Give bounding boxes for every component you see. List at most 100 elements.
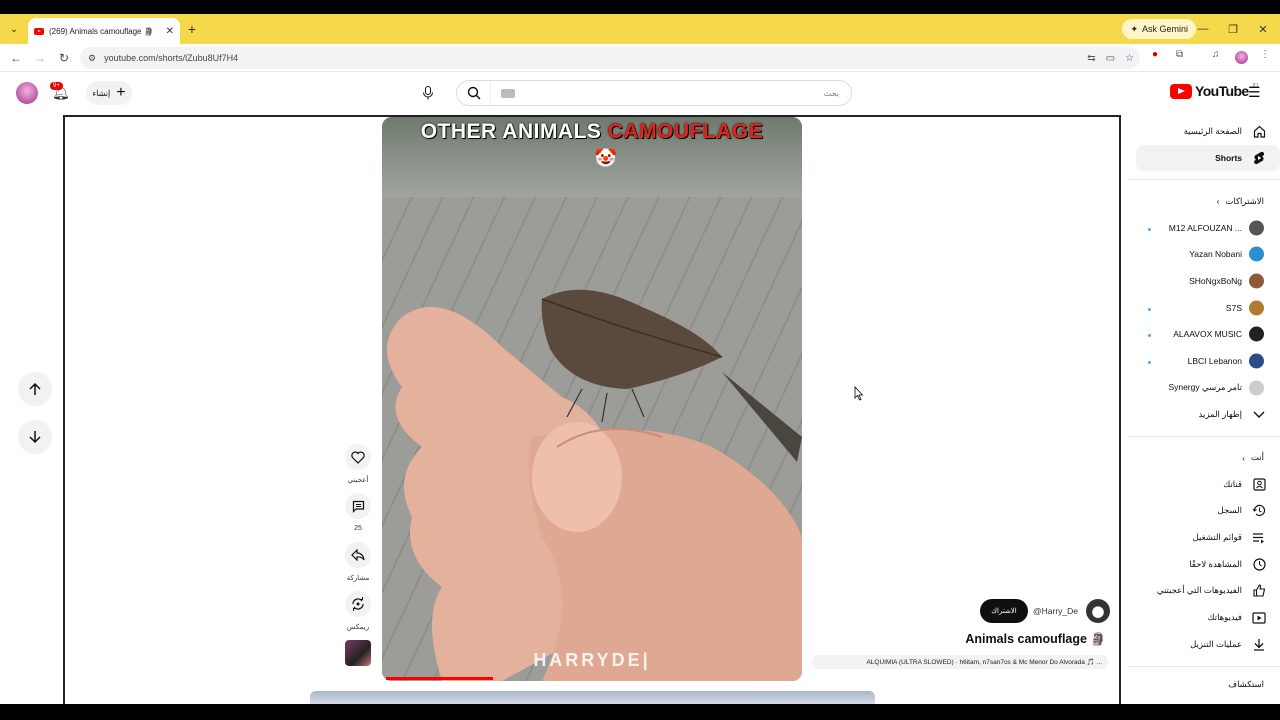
guide-menu-icon[interactable]: ☰ [1248, 84, 1261, 101]
subscription-avatar [1249, 300, 1264, 316]
sidebar-divider [1128, 665, 1280, 667]
video-hand-scene [387, 289, 802, 681]
letterbox-bottom [0, 704, 1280, 720]
next-short-preview[interactable] [310, 691, 875, 705]
share-icon [351, 549, 365, 561]
sound-thumbnail[interactable] [345, 640, 371, 666]
clown-emoji-icon: 🤡 [594, 148, 618, 168]
comments-button[interactable] [345, 493, 371, 519]
ask-gemini-label: Ask Gemini [1141, 24, 1188, 34]
sidebar-item-shorts[interactable]: Shorts [1136, 144, 1280, 172]
like-button[interactable] [345, 444, 371, 470]
ask-gemini-button[interactable]: ✦ Ask Gemini [1122, 19, 1196, 39]
address-bar[interactable]: ⚙ youtube.com/shorts/lZubu8Uf7H4 ⇆ ▭ ☆ [80, 47, 1140, 69]
next-short-button[interactable] [18, 420, 52, 454]
search-icon [467, 86, 480, 100]
channel-avatar[interactable] [1086, 599, 1110, 623]
sidebar-item-subscription[interactable]: LBCI Lebanon [1128, 348, 1280, 375]
sidebar-item-history[interactable]: السجل [1128, 498, 1280, 525]
profile-avatar[interactable] [1235, 51, 1248, 64]
window-close-icon[interactable]: ✕ [1248, 14, 1278, 44]
new-content-dot [1148, 307, 1151, 311]
media-controls-icon[interactable]: ♫ [1212, 49, 1220, 60]
site-info-icon[interactable]: ⚙ [88, 53, 96, 64]
keyboard-icon[interactable] [501, 88, 515, 98]
voice-search-mic-icon[interactable] [416, 81, 440, 105]
shorts-icon [1252, 151, 1266, 165]
channel-handle[interactable]: @Harry_De [1033, 606, 1078, 616]
sidebar-show-more[interactable]: إظهار المزيد [1128, 401, 1280, 428]
browser-tab-bar: ⌄ (269) Animals camouflage 🗿 ✕ + ✦ Ask G… [0, 14, 1280, 44]
sidebar-item-downloads[interactable]: عمليات التنزيل [1128, 631, 1280, 658]
sidebar-item-subscription[interactable]: S7S [1128, 294, 1280, 321]
sidebar-item-playlists[interactable]: قوائم التشغيل [1128, 524, 1280, 551]
browser-toolbar: ← → ↻ ⚙ youtube.com/shorts/lZubu8Uf7H4 ⇆… [0, 44, 1280, 72]
like-label: أعجبني [347, 477, 369, 484]
sidebar-item-watch-later[interactable]: المشاهدة لاحقًا [1128, 551, 1280, 578]
short-video[interactable] [382, 117, 802, 681]
translate-icon[interactable]: ⇆ [1087, 53, 1095, 64]
search-button[interactable] [457, 81, 491, 105]
extension-icon[interactable]: ● [1152, 49, 1158, 60]
subscription-avatar [1249, 353, 1264, 369]
browser-menu-icon[interactable]: ⋮ [1260, 49, 1270, 60]
share-button[interactable] [345, 542, 371, 568]
sidebar-item-label: M12 ALFOUZAN ... [1168, 222, 1242, 233]
sidebar-item-label: عمليات التنزيل [1190, 638, 1242, 649]
you-heading[interactable]: ‹ أنت [1128, 445, 1280, 471]
search-input[interactable]: بحث [824, 89, 839, 98]
restore-icon[interactable]: ❐ [1218, 14, 1248, 44]
subscriptions-heading[interactable]: ‹ الاشتراكات [1128, 188, 1280, 214]
sidebar-item-your-videos[interactable]: فيديوهاتك [1128, 604, 1280, 631]
sidebar-item-label: فيديوهاتك [1207, 612, 1242, 623]
youtube-logo[interactable]: YouTube JO [1170, 83, 1258, 99]
sidebar-item-label: الصفحة الرئيسية [1183, 125, 1242, 136]
music-pill[interactable]: ALQUIMIA (ULTRA SLOWED) · h6itam, n7san7… [812, 655, 1108, 669]
minimize-icon[interactable]: — [1188, 14, 1218, 44]
chevron-left-icon: ‹ [1216, 196, 1220, 207]
chevron-down-icon [1252, 408, 1266, 422]
sidebar-item-label: المشاهدة لاحقًا [1189, 558, 1242, 569]
home-icon [1252, 124, 1266, 138]
sidebar-item-subscription[interactable]: ALAAVOX MUSIC [1128, 321, 1280, 348]
short-actions: أعجبني 25 مشاركة ريمكس [340, 444, 376, 666]
sidebar-item-liked-videos[interactable]: الفيديوهات التي أعجبتني [1128, 578, 1280, 605]
new-tab-icon[interactable]: + [180, 21, 204, 37]
sidebar-item-subscription[interactable]: M12 ALFOUZAN ... [1128, 214, 1280, 241]
clock-icon [1252, 557, 1266, 571]
sidebar-item-your-channel[interactable]: قناتك [1128, 471, 1280, 498]
sidebar-item-subscription[interactable]: Synergy تامر مرسي [1128, 375, 1280, 402]
tab-close-icon[interactable]: ✕ [166, 26, 174, 37]
back-icon[interactable]: ← [4, 51, 28, 65]
extensions-puzzle-icon[interactable]: ⧉ [1176, 49, 1183, 60]
caption-red-text: CAMOUFLAGE [607, 120, 764, 143]
sidebar-item-label: قوائم التشغيل [1192, 532, 1242, 543]
sidebar-item-label: S7S [1225, 302, 1242, 313]
remix-button[interactable] [345, 591, 371, 617]
bookmark-star-icon[interactable]: ☆ [1125, 53, 1134, 64]
subscribe-button[interactable]: الاشتراك [980, 599, 1028, 623]
explore-heading: استكشاف [1128, 675, 1280, 695]
tab-search-icon[interactable]: ⌄ [0, 14, 28, 44]
sidebar-item-subscription[interactable]: Yazan Nobani [1128, 241, 1280, 268]
forward-icon[interactable]: → [28, 51, 52, 65]
account-avatar[interactable] [16, 82, 38, 104]
new-content-dot [1148, 334, 1151, 338]
tab-title: (269) Animals camouflage 🗿 [49, 26, 154, 36]
sidebar-divider [1128, 435, 1280, 437]
create-button[interactable]: إنشاء + [86, 81, 132, 105]
video-progress-bar[interactable] [386, 677, 494, 680]
logo-text: YouTube [1195, 83, 1249, 99]
sidebar-item-home[interactable]: الصفحة الرئيسية [1128, 118, 1280, 145]
sidebar-item-subscription[interactable]: SHoNgxBoNg [1128, 268, 1280, 295]
video-title[interactable]: Animals camouflage 🗿 [900, 632, 1106, 647]
sidebar-divider [1128, 179, 1280, 181]
reload-icon[interactable]: ↻ [52, 51, 76, 65]
previous-short-button[interactable] [18, 372, 52, 406]
browser-tab[interactable]: (269) Animals camouflage 🗿 ✕ [28, 18, 180, 44]
youtube-header: 🔔︎ 9+ إنشاء + بحث YouTube JO ☰ [0, 74, 1280, 112]
youtube-favicon-icon [34, 27, 44, 35]
channel-info: الاشتراك @Harry_De [980, 599, 1110, 623]
plus-icon: + [116, 84, 126, 101]
cast-icon[interactable]: ▭ [1106, 53, 1115, 64]
